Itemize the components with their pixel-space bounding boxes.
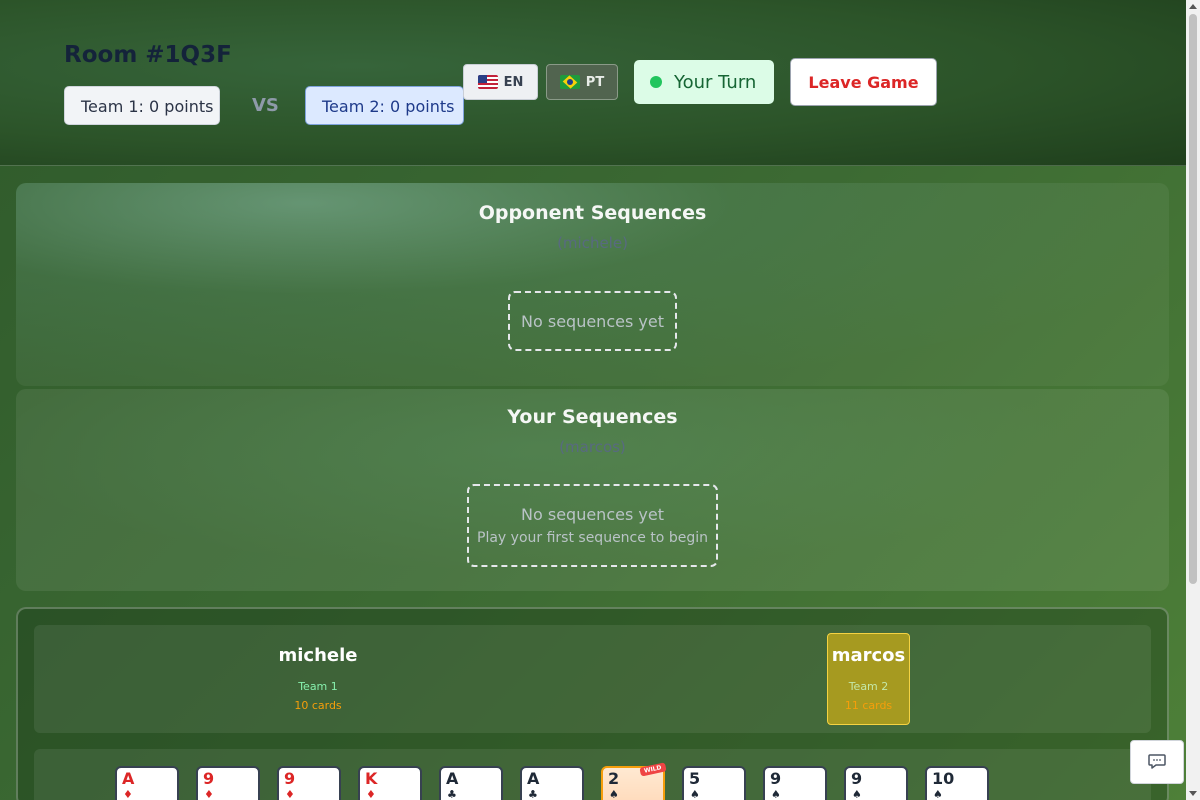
language-en-label: EN xyxy=(503,74,524,90)
player-name: marcos xyxy=(831,645,906,666)
card-suit-icon: ♠ xyxy=(771,788,781,800)
page-scrollbar[interactable] xyxy=(1186,0,1200,800)
card-suit-icon: ♦ xyxy=(204,788,214,800)
chat-bubble-icon xyxy=(1148,754,1166,769)
scroll-thumb[interactable] xyxy=(1189,14,1197,584)
status-dot-icon xyxy=(650,76,662,88)
us-flag-icon xyxy=(477,75,498,89)
opponent-sequences-panel: Opponent Sequences (michele) No sequence… xyxy=(16,183,1169,386)
player-michele: michele Team 1 10 cards xyxy=(270,645,366,712)
language-en-button[interactable]: EN xyxy=(463,64,538,100)
hand-card[interactable]: 5 ♠ xyxy=(682,766,746,800)
turn-status-label: Your Turn xyxy=(674,71,757,93)
your-empty-state: No sequences yet Play your first sequenc… xyxy=(467,484,718,567)
scroll-down-arrow-icon[interactable] xyxy=(1189,791,1197,796)
card-suit-icon: ♠ xyxy=(852,788,862,800)
opponent-player-name: (michele) xyxy=(557,234,628,252)
card-rank: 2 xyxy=(608,769,620,788)
card-suit-icon: ♠ xyxy=(690,788,700,800)
card-suit-icon: ♦ xyxy=(123,788,133,800)
hand-card[interactable]: A ♦ xyxy=(115,766,179,800)
card-rank: A xyxy=(527,769,540,788)
team1-score-badge: Team 1: 0 points xyxy=(64,86,220,125)
wild-card[interactable]: 2 ♠ WILD xyxy=(601,762,667,800)
game-header: Room #1Q3F Team 1: 0 points VS Team 2: 0… xyxy=(0,0,1186,166)
hand-card[interactable]: 10 ♠ xyxy=(925,766,989,800)
card-rank: 5 xyxy=(689,769,701,788)
card-suit-icon: ♣ xyxy=(528,788,538,800)
brazil-flag-icon xyxy=(559,75,580,89)
language-pt-button[interactable]: PT xyxy=(546,64,618,100)
your-empty-text: No sequences yet xyxy=(521,505,664,524)
opponent-empty-state: No sequences yet xyxy=(508,291,677,351)
card-rank: 9 xyxy=(851,769,863,788)
card-rank: 9 xyxy=(203,769,215,788)
hand-card[interactable]: 9 ♦ xyxy=(196,766,260,800)
team2-score-badge: Team 2: 0 points xyxy=(305,86,464,125)
opponent-sequences-title: Opponent Sequences xyxy=(478,202,707,224)
your-empty-hint: Play your first sequence to begin xyxy=(477,530,708,546)
players-row xyxy=(34,625,1151,733)
hand-card[interactable]: K ♦ xyxy=(358,766,422,800)
vs-label: VS xyxy=(252,95,279,116)
your-sequences-title: Your Sequences xyxy=(507,406,678,428)
hand-card[interactable]: 9 ♠ xyxy=(763,766,827,800)
player-team: Team 2 xyxy=(848,680,889,693)
player-card-count: 10 cards xyxy=(294,699,342,712)
card-suit-icon: ♣ xyxy=(447,788,457,800)
language-pt-label: PT xyxy=(585,74,605,90)
chat-button[interactable] xyxy=(1130,740,1184,784)
hand-card[interactable]: A ♣ xyxy=(439,766,503,800)
card-rank: 10 xyxy=(932,769,955,788)
hand-card[interactable]: 9 ♦ xyxy=(277,766,341,800)
hand-card[interactable]: A ♣ xyxy=(520,766,584,800)
card-rank: 9 xyxy=(770,769,782,788)
card-suit-icon: ♠ xyxy=(609,788,619,800)
card-rank: 9 xyxy=(284,769,296,788)
your-sequences-panel: Your Sequences (marcos) No sequences yet… xyxy=(16,389,1169,591)
leave-game-button[interactable]: Leave Game xyxy=(790,58,937,106)
hand-card[interactable]: 9 ♠ xyxy=(844,766,908,800)
card-rank: K xyxy=(365,769,378,788)
room-title: Room #1Q3F xyxy=(64,42,232,68)
card-rank: A xyxy=(122,769,135,788)
card-suit-icon: ♠ xyxy=(933,788,943,800)
scroll-up-arrow-icon[interactable] xyxy=(1189,4,1197,9)
your-player-name: (marcos) xyxy=(559,438,626,456)
player-name: michele xyxy=(278,645,358,666)
card-suit-icon: ♦ xyxy=(366,788,376,800)
player-team: Team 1 xyxy=(298,680,338,693)
player-card-count: 11 cards xyxy=(844,699,893,712)
opponent-empty-text: No sequences yet xyxy=(521,311,664,331)
card-rank: A xyxy=(446,769,459,788)
player-marcos-active: marcos Team 2 11 cards xyxy=(827,633,910,725)
turn-status-badge: Your Turn xyxy=(634,60,774,104)
card-suit-icon: ♦ xyxy=(285,788,295,800)
